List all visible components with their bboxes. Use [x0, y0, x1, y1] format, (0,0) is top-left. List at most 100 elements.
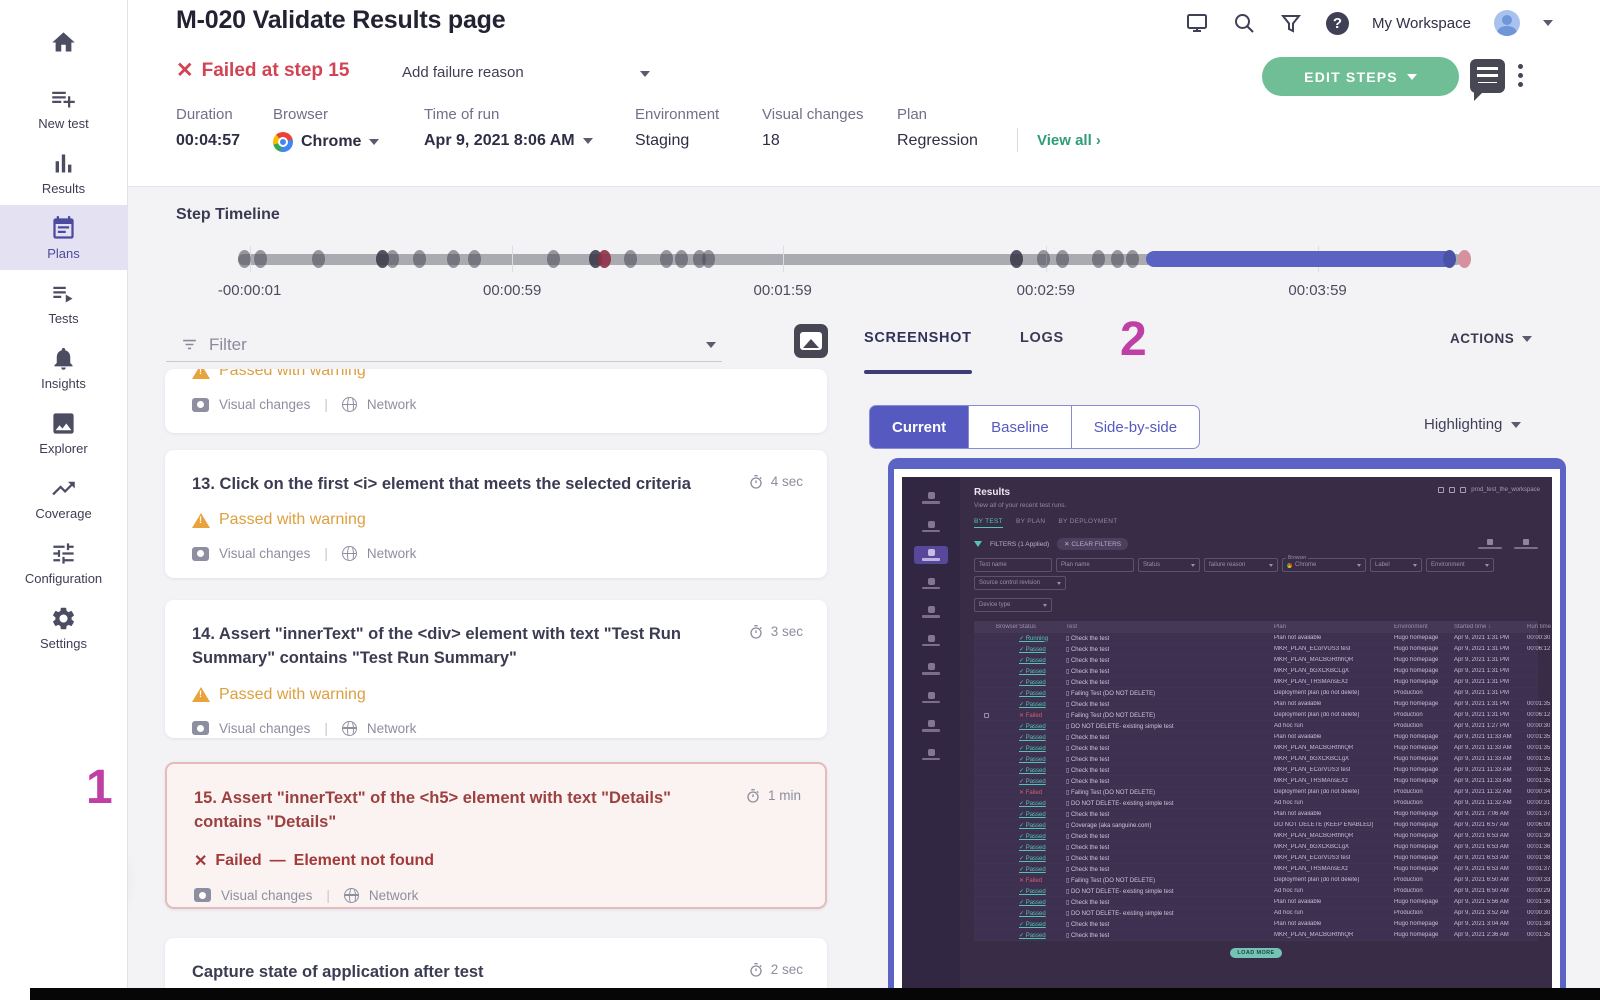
avatar[interactable] [1494, 10, 1520, 36]
visual-changes-link[interactable]: Visual changes [219, 546, 310, 561]
visual-changes-link[interactable]: Visual changes [219, 721, 310, 736]
image-icon [50, 410, 77, 437]
mini-result-row: ✓ Running▯ Check the testPlan not availa… [974, 633, 1538, 644]
highlighting-menu[interactable]: Highlighting [1424, 416, 1521, 433]
sidebar-item-results[interactable]: Results [0, 140, 127, 205]
tab-screenshot[interactable]: SCREENSHOT [864, 330, 972, 346]
timeline-tick [783, 246, 784, 272]
timeline-dot[interactable] [1126, 250, 1139, 268]
visual-changes-link[interactable]: Visual changes [221, 888, 312, 903]
camera-icon [192, 398, 209, 412]
screenshot-gallery-icon[interactable] [794, 324, 828, 358]
view-baseline-button[interactable]: Baseline [969, 405, 1072, 449]
mini-nav-item [914, 660, 948, 678]
screenshot-viewer[interactable]: prod_test_the_workspace Results View all… [888, 458, 1566, 1000]
timeline-dot[interactable] [1092, 250, 1105, 268]
visual-changes-link[interactable]: Visual changes [219, 397, 310, 412]
step-card-15-failed[interactable]: 15. Assert "innerText" of the <h5> eleme… [165, 762, 827, 909]
timeline-dot[interactable] [675, 250, 688, 268]
timeline-dot[interactable] [468, 250, 481, 268]
timeline-dot[interactable] [1443, 250, 1456, 268]
sidebar-item-coverage[interactable]: Coverage [0, 465, 127, 530]
sidebar-label: Tests [48, 311, 78, 326]
mini-result-row: ✓ Passed▯ Check the testPlan not availab… [974, 919, 1538, 930]
timeline-dot[interactable] [702, 250, 715, 268]
sidebar-item-plans[interactable]: Plans [0, 205, 127, 270]
active-tab-underline [864, 370, 972, 374]
sidebar-item-home[interactable] [0, 10, 127, 75]
step-card-partial[interactable]: Passed with warning Visual changes | Net… [165, 369, 827, 433]
timeline-dot[interactable] [413, 250, 426, 268]
kebab-menu-icon[interactable] [1518, 64, 1523, 91]
timeline-tick [512, 246, 513, 272]
network-link[interactable]: Network [367, 397, 417, 412]
comments-icon[interactable] [1470, 59, 1505, 93]
failed-x-icon: ✕ [194, 851, 207, 871]
view-side-by-side-button[interactable]: Side-by-side [1072, 405, 1200, 449]
step-timeline-title: Step Timeline [176, 206, 280, 224]
step-filter-input[interactable]: Filter [166, 328, 722, 362]
sidebar-label: Configuration [25, 571, 102, 586]
mini-result-row: ✕ Failed▯ Failing Test (DO NOT DELETE)De… [974, 875, 1538, 886]
timeline-dot[interactable] [547, 250, 560, 268]
help-icon[interactable]: ? [1326, 12, 1349, 35]
sidebar-item-new-test[interactable]: New test [0, 75, 127, 140]
view-all-link[interactable]: View all › [1037, 132, 1101, 149]
timeline-dot[interactable] [254, 250, 267, 268]
step-duration: 4 sec [748, 472, 803, 496]
annotation-1: 1 [86, 760, 113, 815]
filter-funnel-icon[interactable] [1279, 11, 1303, 35]
mini-column-header: Environment [1394, 624, 1428, 630]
filter-chevron-icon[interactable] [706, 342, 716, 348]
mini-result-row: ✓ Passed▯ Check the testMKR_PLAN_TRSMAns… [974, 776, 1538, 787]
add-failure-reason-select[interactable]: Add failure reason [402, 64, 524, 81]
camera-icon [192, 547, 209, 561]
timeline-dot[interactable] [447, 250, 460, 268]
workspace-name[interactable]: My Workspace [1372, 15, 1471, 32]
mini-filter-field: Source control revision [974, 576, 1066, 590]
timeline-dot[interactable] [312, 250, 325, 268]
sidebar-item-tests[interactable]: Tests [0, 270, 127, 335]
sidebar-item-insights[interactable]: Insights [0, 335, 127, 400]
step-card-14[interactable]: 14. Assert "innerText" of the <div> elem… [165, 600, 827, 738]
monitor-icon[interactable] [1185, 11, 1209, 35]
network-link[interactable]: Network [367, 546, 417, 561]
timeline-dot[interactable] [660, 250, 673, 268]
bell-icon [50, 345, 77, 372]
new-test-icon [50, 85, 77, 112]
chevron-down-icon [369, 139, 379, 145]
network-link[interactable]: Network [367, 721, 417, 736]
view-current-button[interactable]: Current [869, 405, 969, 449]
timeline-dot[interactable] [598, 250, 611, 268]
search-icon[interactable] [1232, 11, 1256, 35]
timeline-dot[interactable] [1037, 250, 1050, 268]
tab-logs[interactable]: LOGS [1020, 330, 1064, 346]
sidebar-item-explorer[interactable]: Explorer [0, 400, 127, 465]
mini-result-row: ✓ Passed▯ Coverage (aka sanguine.com)DO … [974, 820, 1538, 831]
workspace-chevron-icon[interactable] [1543, 20, 1553, 26]
chevron-down-icon[interactable] [640, 71, 650, 77]
timeline-dot[interactable] [624, 250, 637, 268]
mini-nav-item [914, 603, 948, 621]
chevron-down-icon [1407, 74, 1417, 80]
timeline-duration-segment[interactable] [1146, 251, 1453, 267]
app-sidebar: New test Results Plans Tests Insights Ex… [0, 0, 128, 1000]
timeline-dot[interactable] [386, 250, 399, 268]
mini-filter-field: failure reason [1204, 558, 1278, 572]
timeline-dot[interactable] [1056, 250, 1069, 268]
timeline-dot[interactable] [1010, 250, 1023, 268]
mini-result-row: ✓ Passed▯ Check the testMKR_PLAN_MACBGRt… [974, 655, 1538, 666]
chevron-down-icon [1522, 336, 1532, 342]
actions-menu[interactable]: ACTIONS [1450, 331, 1532, 346]
mini-table-rows: ✓ Running▯ Check the testPlan not availa… [974, 633, 1538, 941]
step-card-13[interactable]: 13. Click on the first <i> element that … [165, 450, 827, 578]
mini-nav-item [914, 518, 948, 536]
mini-result-row: ✓ Passed▯ DO NOT DELETE- existing simple… [974, 721, 1538, 732]
globe-icon [342, 397, 357, 412]
timeline-dot[interactable] [1111, 250, 1124, 268]
sidebar-item-configuration[interactable]: Configuration [0, 530, 127, 595]
network-link[interactable]: Network [369, 888, 419, 903]
sidebar-item-settings[interactable]: Settings [0, 595, 127, 660]
mini-result-row: ✓ Passed▯ Check the testMKR_PLAN_bGXCKBC… [974, 754, 1538, 765]
edit-steps-button[interactable]: EDIT STEPS [1262, 57, 1459, 96]
